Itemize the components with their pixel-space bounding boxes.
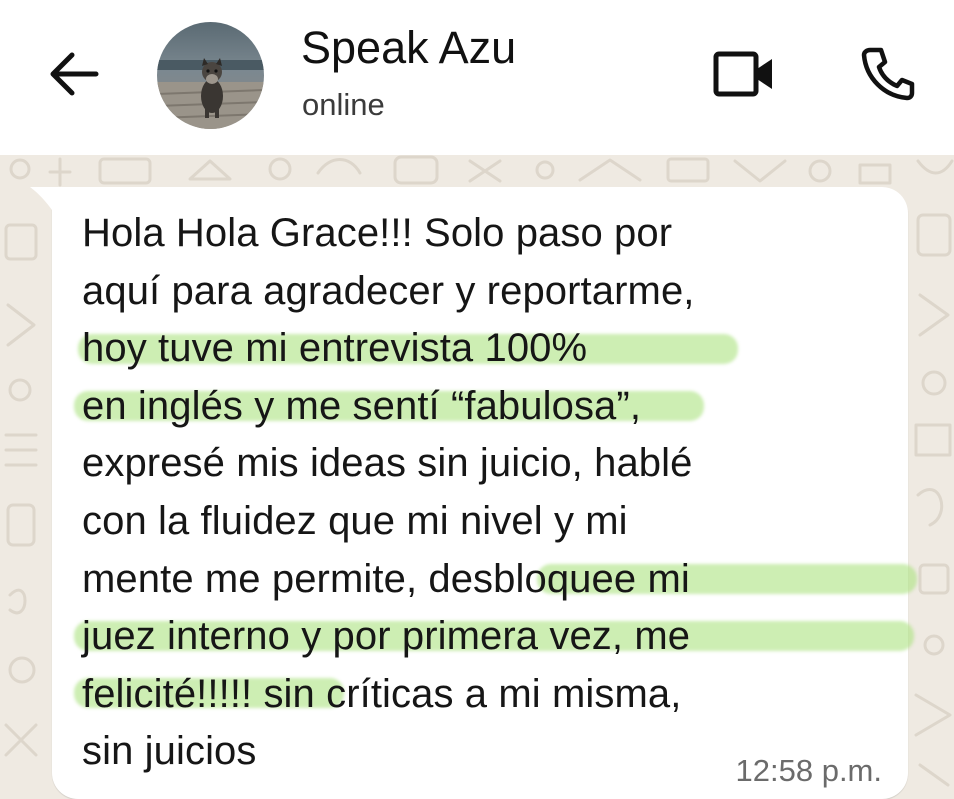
back-button[interactable] — [40, 40, 108, 108]
bubble-tail — [30, 187, 54, 213]
phone-icon — [861, 47, 915, 101]
video-call-button[interactable] — [706, 42, 782, 106]
contact-name[interactable]: Speak Azu — [301, 22, 516, 74]
arrow-left-icon — [50, 52, 99, 96]
voice-call-button[interactable] — [852, 38, 922, 108]
chat-header: Speak Azu online — [0, 0, 954, 155]
contact-status: online — [302, 87, 385, 122]
avatar[interactable] — [157, 22, 264, 129]
message-text: Hola Hola Grace!!! Solo paso por aquí pa… — [82, 211, 695, 774]
chat-area: Hola Hola Grace!!! Solo paso por aquí pa… — [0, 155, 954, 799]
video-camera-icon — [713, 51, 772, 97]
message-timestamp: 12:58 p.m. — [735, 753, 882, 788]
dog-photo — [157, 22, 264, 129]
message-bubble[interactable]: Hola Hola Grace!!! Solo paso por aquí pa… — [30, 187, 917, 799]
